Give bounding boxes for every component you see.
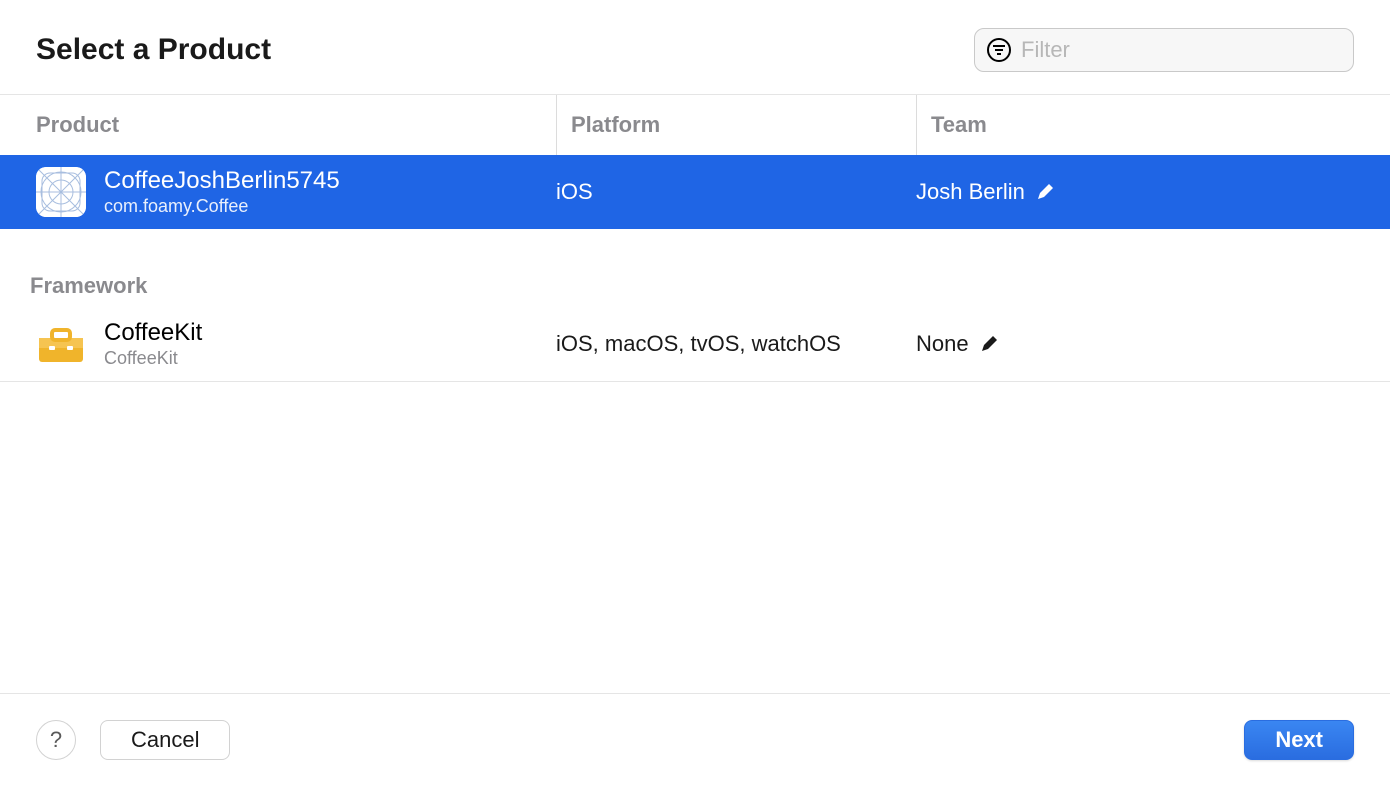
filter-input[interactable] <box>1021 37 1341 63</box>
edit-team-icon[interactable] <box>1035 182 1055 202</box>
dialog-header: Select a Product <box>0 0 1390 95</box>
filter-icon <box>987 38 1011 62</box>
app-icon <box>36 167 86 217</box>
table-row[interactable]: CoffeeJoshBerlin5745 com.foamy.Coffee iO… <box>0 155 1390 229</box>
section-title-framework: Framework <box>0 229 1390 307</box>
next-button[interactable]: Next <box>1244 720 1354 760</box>
col-team: Team <box>916 95 1390 155</box>
product-team: Josh Berlin <box>916 179 1025 205</box>
product-team: None <box>916 331 969 357</box>
framework-icon <box>36 319 86 369</box>
product-identifier: com.foamy.Coffee <box>104 196 340 217</box>
product-name: CoffeeJoshBerlin5745 <box>104 167 340 196</box>
table-row[interactable]: CoffeeKit CoffeeKit iOS, macOS, tvOS, wa… <box>0 307 1390 382</box>
filter-field[interactable] <box>974 28 1354 72</box>
table-header: Product Platform Team <box>0 95 1390 155</box>
dialog-footer: ? Cancel Next <box>0 693 1390 786</box>
col-platform: Platform <box>556 95 916 155</box>
cancel-button[interactable]: Cancel <box>100 720 230 760</box>
product-identifier: CoffeeKit <box>104 348 202 369</box>
col-product: Product <box>36 112 556 138</box>
product-name: CoffeeKit <box>104 319 202 348</box>
product-platform: iOS <box>556 179 593 205</box>
edit-team-icon[interactable] <box>979 334 999 354</box>
product-platform: iOS, macOS, tvOS, watchOS <box>556 331 841 357</box>
help-button[interactable]: ? <box>36 720 76 760</box>
page-title: Select a Product <box>36 33 271 67</box>
